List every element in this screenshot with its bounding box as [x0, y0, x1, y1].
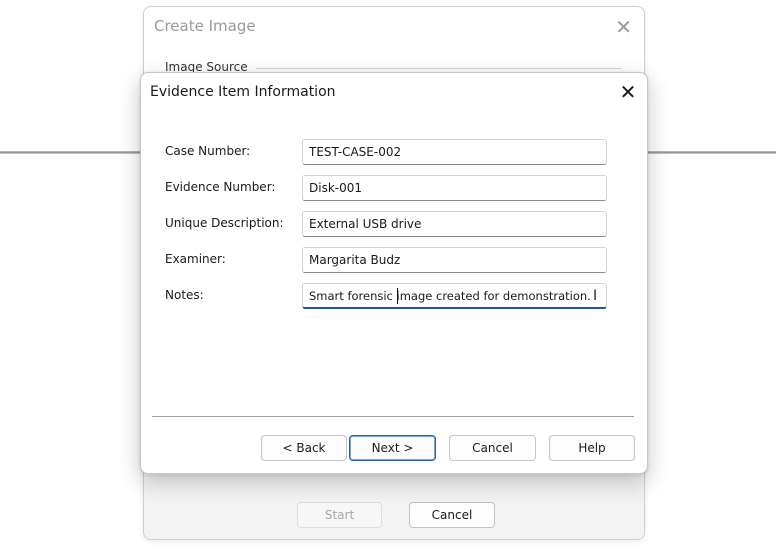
back-button[interactable]: < Back: [261, 435, 347, 461]
evidence-number-label: Evidence Number:: [165, 180, 276, 194]
cancel-button[interactable]: Cancel: [449, 435, 536, 461]
examiner-input[interactable]: Margarita Budz: [302, 247, 607, 273]
desktop: Create Image ✕ Image Source Start Cancel…: [0, 0, 776, 552]
text-caret: [397, 288, 398, 304]
i-beam-cursor-icon: I: [593, 288, 598, 304]
background-cancel-button[interactable]: Cancel: [409, 502, 495, 528]
evidence-number-input[interactable]: Disk-001: [302, 175, 607, 201]
next-button[interactable]: Next >: [349, 435, 436, 461]
close-icon[interactable]: ✕: [615, 15, 632, 39]
examiner-value: Margarita Budz: [309, 253, 401, 267]
evidence-number-value: Disk-001: [309, 181, 363, 195]
create-image-title: Create Image: [154, 17, 256, 35]
dialog-divider: [152, 416, 634, 417]
background-line-right: [646, 151, 776, 154]
notes-input[interactable]: Smart forensic image created for demonst…: [302, 283, 607, 309]
background-line-left: [0, 151, 142, 154]
help-button[interactable]: Help: [549, 435, 635, 461]
evidence-item-dialog: Evidence Item Information ✕ Case Number:…: [140, 72, 648, 474]
group-border: [256, 68, 622, 69]
close-icon[interactable]: ✕: [617, 80, 639, 104]
unique-description-input[interactable]: External USB drive: [302, 211, 607, 237]
notes-value: Smart forensic image created for demonst…: [309, 288, 591, 303]
case-number-value: TEST-CASE-002: [309, 145, 402, 159]
case-number-input[interactable]: TEST-CASE-002: [302, 139, 607, 165]
start-button[interactable]: Start: [297, 502, 382, 528]
examiner-label: Examiner:: [165, 252, 226, 266]
unique-description-label: Unique Description:: [165, 216, 284, 230]
case-number-label: Case Number:: [165, 144, 251, 158]
unique-description-value: External USB drive: [309, 217, 422, 231]
dialog-title: Evidence Item Information: [150, 84, 336, 100]
notes-label: Notes:: [165, 288, 204, 302]
window-footer: [144, 475, 644, 539]
